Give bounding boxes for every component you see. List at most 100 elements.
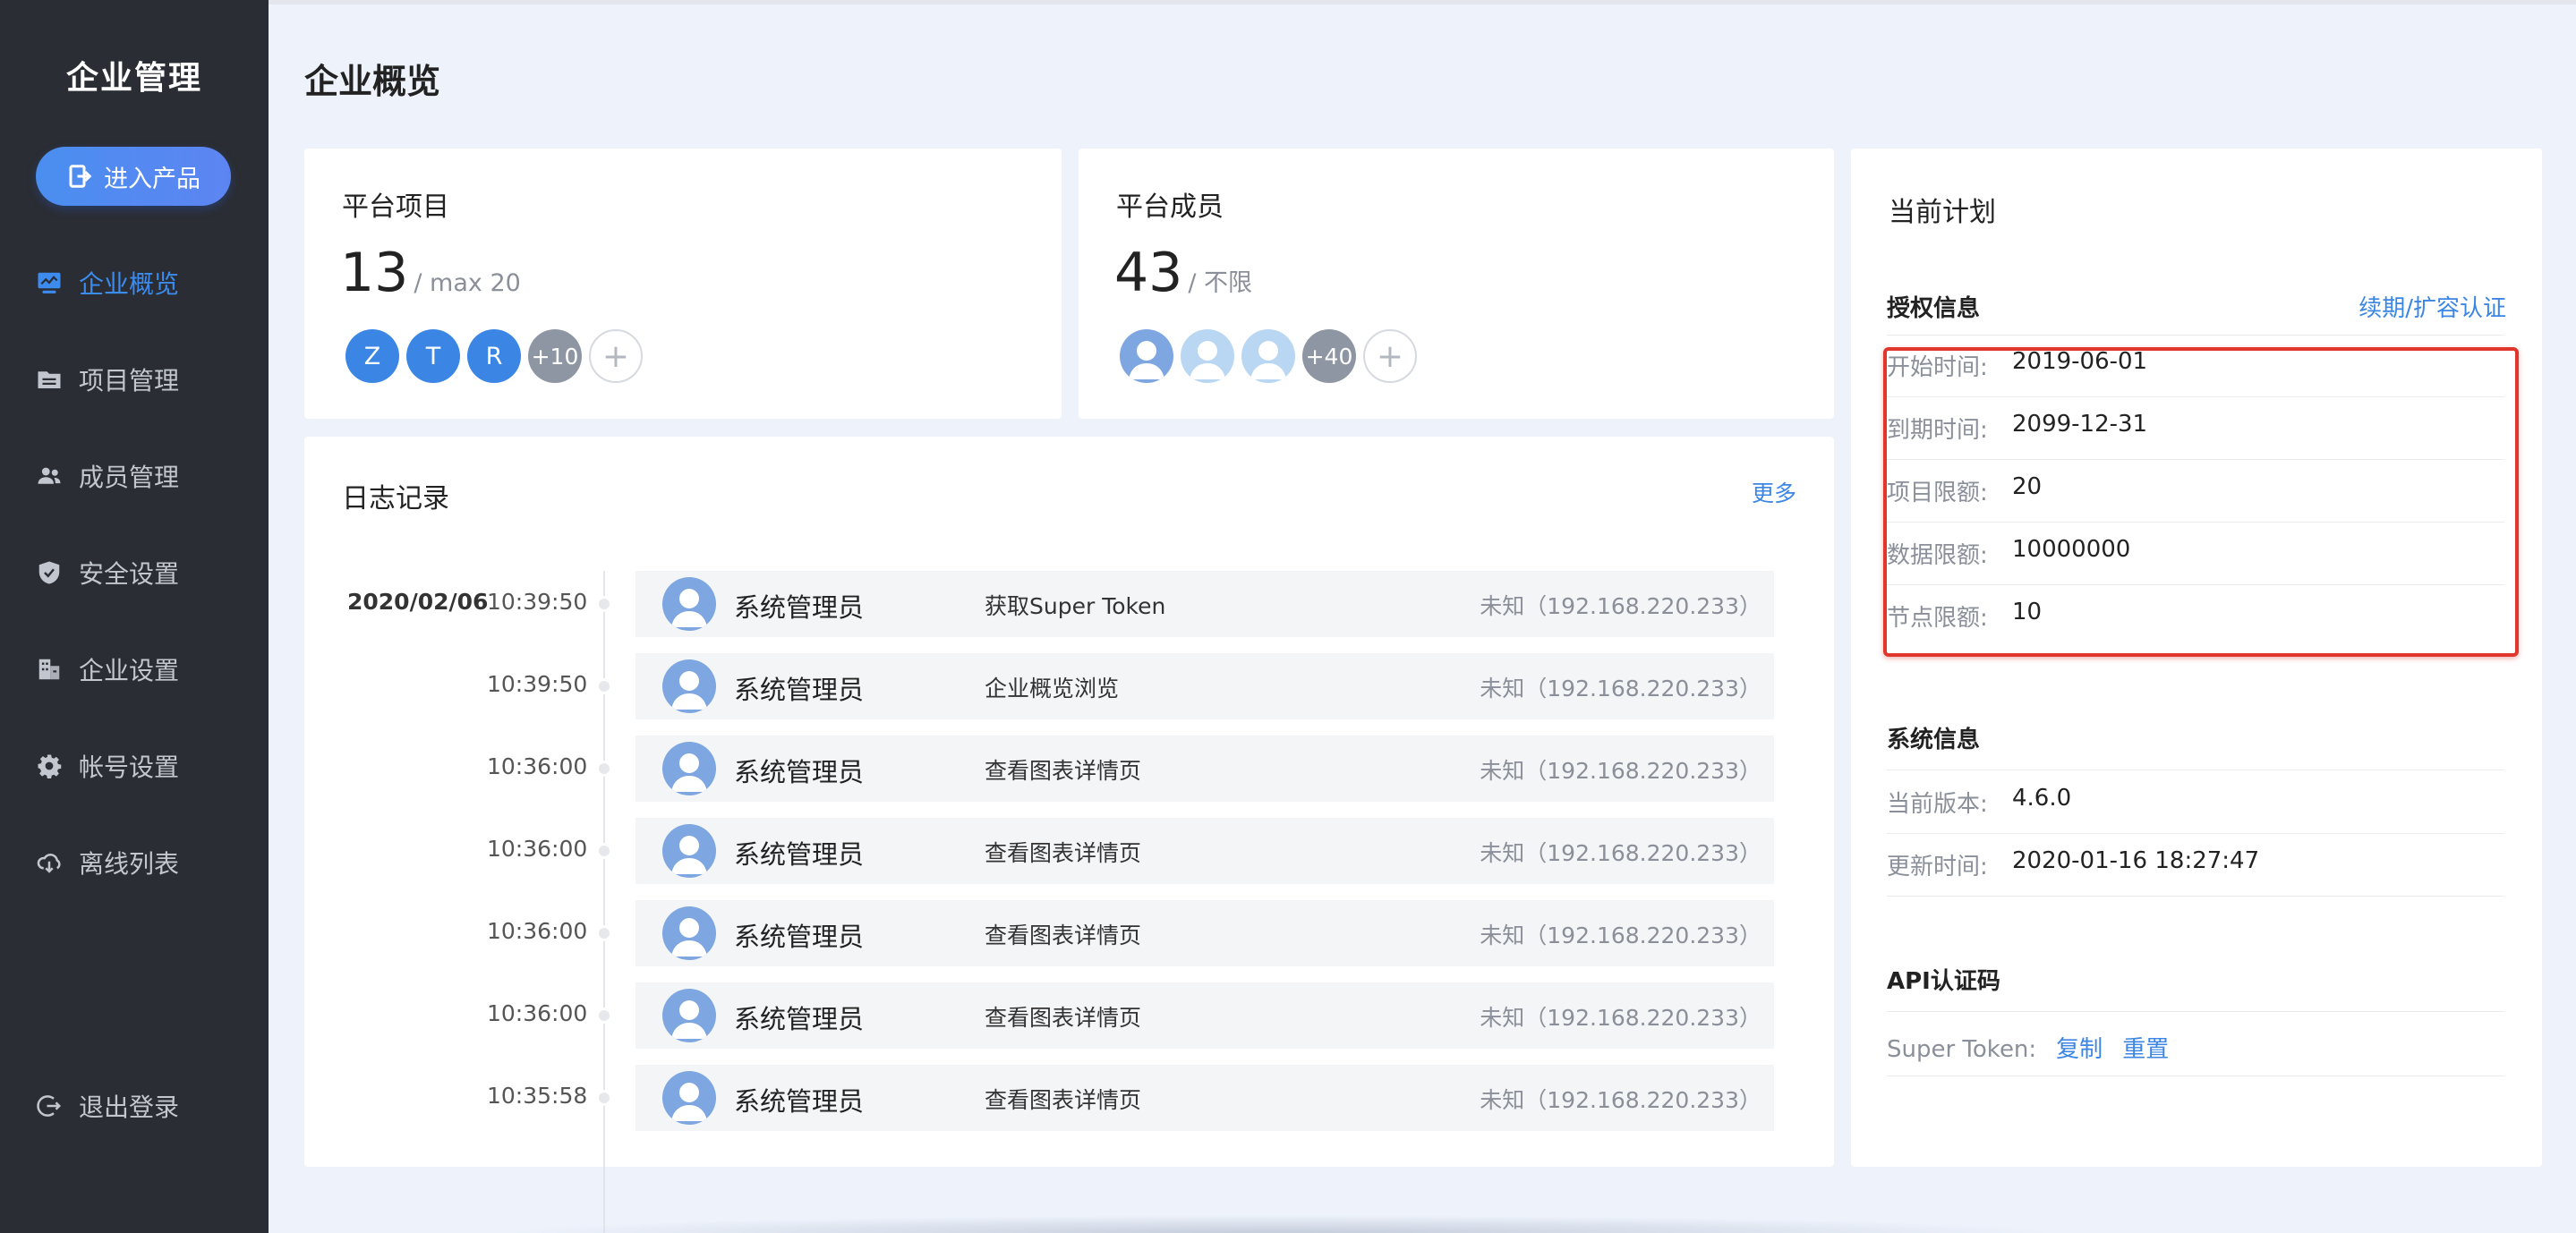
sidebar: 企业管理 进入产品 企业概览 项目管理 成员管理 安全设置 企业设置 帐号设置 … (0, 0, 269, 1233)
system-section-title: 系统信息 (1887, 727, 1981, 753)
log-user-avatar (662, 1071, 716, 1125)
projects-card: 平台项目 13/ max 20 Z T R +10 + (304, 149, 1062, 419)
members-more-count[interactable]: +40 (1302, 329, 1356, 383)
copy-token-button[interactable]: 复制 (2056, 1036, 2103, 1063)
license-section-title: 授权信息 (1887, 295, 1981, 322)
log-ip: 未知（192.168.220.233） (1480, 840, 1761, 866)
log-card: 日志记录 更多 2020/02/06 10:39:50 系统管理员 获取Super T… (304, 437, 1835, 1233)
person-icon (1250, 341, 1286, 379)
log-row: 10:36:00 系统管理员 查看图表详情页 未知（192.168.220.233） (304, 818, 1835, 884)
log-ip: 未知（192.168.220.233） (1480, 758, 1761, 784)
highlight-annotation-box (1883, 347, 2519, 657)
logout-button[interactable]: 退出登录 (36, 1084, 251, 1127)
super-token-label: Super Token: (1887, 1036, 2037, 1063)
sidebar-item-security[interactable]: 安全设置 (36, 551, 251, 594)
super-token-row: Super Token: 复制 重置 (1887, 1031, 2169, 1064)
log-more-link[interactable]: 更多 (1752, 476, 1796, 508)
bottom-shadow (501, 1215, 2059, 1233)
api-section-title: API认证码 (1887, 968, 2000, 995)
log-user-avatar (662, 659, 716, 713)
projects-more-count[interactable]: +10 (528, 329, 582, 383)
projects-count: 13 (340, 242, 409, 304)
log-ip: 未知（192.168.220.233） (1480, 593, 1761, 619)
timeline-dot (596, 761, 612, 777)
plan-card-title: 当前计划 (1889, 197, 1996, 228)
log-action: 查看图表详情页 (985, 840, 1142, 866)
log-card-title: 日志记录 (342, 483, 449, 514)
projects-card-title: 平台项目 (342, 191, 449, 223)
log-date: 2020/02/06 (347, 589, 489, 615)
sidebar-item-enterprise[interactable]: 企业设置 (36, 648, 251, 691)
add-project-button[interactable]: + (589, 329, 643, 383)
sidebar-item-label: 项目管理 (79, 366, 180, 395)
enter-icon (69, 165, 92, 188)
person-icon (671, 671, 707, 710)
renew-link[interactable]: 续期/扩容认证 (2358, 290, 2506, 323)
log-row: 10:36:00 系统管理员 查看图表详情页 未知（192.168.220.233） (304, 900, 1835, 966)
log-time: 10:39:50 (487, 589, 588, 615)
log-user: 系统管理员 (734, 839, 865, 870)
sidebar-item-members[interactable]: 成员管理 (36, 455, 251, 497)
log-user: 系统管理员 (734, 592, 865, 623)
log-user-avatar (662, 989, 716, 1042)
log-user: 系统管理员 (734, 1004, 865, 1034)
reset-token-button[interactable]: 重置 (2122, 1036, 2169, 1063)
project-avatar[interactable]: Z (345, 329, 399, 383)
log-ip: 未知（192.168.220.233） (1480, 1087, 1761, 1113)
person-icon (671, 1000, 707, 1039)
log-row: 10:35:58 系统管理员 查看图表详情页 未知（192.168.220.233） (304, 1065, 1835, 1131)
log-user-avatar (662, 742, 716, 795)
log-user: 系统管理员 (734, 675, 865, 705)
person-icon (671, 918, 707, 957)
kv-value: 4.6.0 (2012, 785, 2072, 812)
log-user: 系统管理员 (734, 757, 865, 787)
log-ip: 未知（192.168.220.233） (1480, 1005, 1761, 1031)
log-time: 10:36:00 (487, 1000, 588, 1026)
project-avatar[interactable]: R (467, 329, 521, 383)
log-action: 获取Super Token (985, 593, 1166, 619)
enter-product-button[interactable]: 进入产品 (36, 147, 231, 206)
sidebar-item-label: 成员管理 (79, 463, 180, 492)
log-time: 10:39:50 (487, 671, 588, 697)
sidebar-item-projects[interactable]: 项目管理 (36, 358, 251, 401)
sidebar-item-label: 安全设置 (79, 559, 180, 589)
timeline-dot (596, 1008, 612, 1024)
member-avatar[interactable] (1120, 329, 1173, 383)
sidebar-item-account[interactable]: 帐号设置 (36, 744, 251, 787)
top-border (269, 0, 2576, 4)
folder-icon (38, 371, 61, 388)
member-avatar[interactable] (1241, 329, 1295, 383)
log-ip: 未知（192.168.220.233） (1480, 923, 1761, 948)
timeline-dot (596, 843, 612, 859)
kv-value: 2020-01-16 18:27:47 (2012, 847, 2260, 874)
log-user: 系统管理员 (734, 1086, 865, 1117)
members-avatars: +40 + (1120, 329, 1417, 383)
monitor-icon (38, 272, 61, 293)
members-card: 平台成员 43/ 不限 +40 + (1079, 149, 1834, 419)
logout-icon (37, 1095, 62, 1117)
log-row: 10:36:00 系统管理员 查看图表详情页 未知（192.168.220.233） (304, 982, 1835, 1049)
projects-count-wrap: 13/ max 20 (340, 242, 521, 304)
log-time: 10:35:58 (487, 1083, 588, 1109)
members-count: 43 (1114, 242, 1183, 304)
projects-avatars: Z T R +10 + (345, 329, 643, 383)
plan-card: 当前计划 授权信息 续期/扩容认证 开始时间: 2019-06-01 到期时间:… (1851, 149, 2542, 1167)
sidebar-item-overview[interactable]: 企业概览 (36, 261, 251, 304)
log-row: 10:39:50 系统管理员 企业概览浏览 未知（192.168.220.233） (304, 653, 1835, 719)
add-member-button[interactable]: + (1363, 329, 1417, 383)
kv-key: 当前版本: (1887, 791, 1988, 818)
person-icon (1190, 341, 1225, 379)
person-icon (671, 589, 707, 627)
log-user-avatar (662, 577, 716, 631)
member-avatar[interactable] (1181, 329, 1234, 383)
sidebar-item-offline[interactable]: 离线列表 (36, 841, 251, 884)
log-ip: 未知（192.168.220.233） (1480, 676, 1761, 702)
project-avatar[interactable]: T (406, 329, 460, 383)
log-time: 10:36:00 (487, 836, 588, 862)
log-user-avatar (662, 824, 716, 878)
enter-product-label: 进入产品 (104, 165, 200, 193)
timeline-dot (596, 925, 612, 941)
timeline-dot (596, 596, 612, 612)
timeline-dot (596, 678, 612, 694)
sidebar-item-label: 企业设置 (79, 656, 180, 685)
